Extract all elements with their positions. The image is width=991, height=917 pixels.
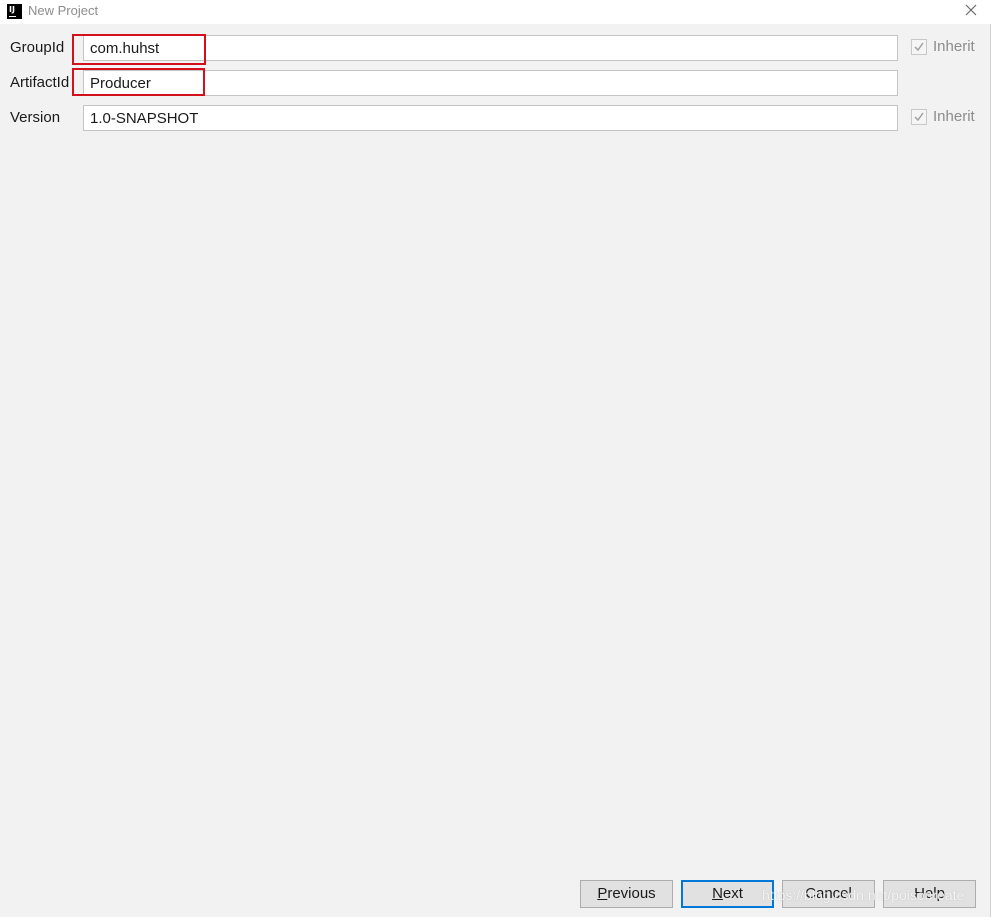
new-project-dialog: IJ New Project GroupId Inherit ArtifactI…	[0, 0, 991, 917]
next-label-rest: ext	[722, 885, 743, 902]
groupid-field[interactable]	[83, 35, 898, 61]
window-title: New Project	[28, 3, 99, 18]
groupid-label: GroupId	[10, 39, 65, 56]
cancel-button[interactable]: Cancel	[782, 880, 875, 908]
intellij-app-icon: IJ	[7, 4, 22, 19]
previous-button[interactable]: Previous	[580, 880, 673, 908]
checkmark-icon	[914, 42, 924, 52]
previous-mnemonic: P	[597, 885, 608, 902]
groupid-inherit-label: Inherit	[933, 38, 975, 55]
help-button[interactable]: Help	[883, 880, 976, 908]
version-field[interactable]	[83, 105, 898, 131]
next-button[interactable]: Next	[681, 880, 774, 908]
checkbox-box	[911, 109, 927, 125]
artifactid-field[interactable]	[83, 70, 898, 96]
checkbox-box	[911, 39, 927, 55]
title-bar: IJ New Project	[0, 0, 991, 24]
checkmark-icon	[914, 112, 924, 122]
artifactid-label: ArtifactId	[10, 74, 70, 91]
close-icon	[965, 4, 977, 16]
version-label: Version	[10, 109, 61, 126]
close-button[interactable]	[959, 0, 983, 20]
version-inherit-label: Inherit	[933, 108, 975, 125]
next-mnemonic: N	[712, 885, 723, 902]
previous-label-rest: revious	[607, 885, 656, 902]
